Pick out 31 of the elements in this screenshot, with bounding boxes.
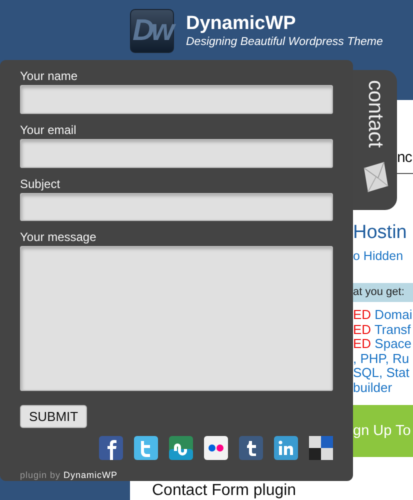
site-title: DynamicWP — [186, 13, 297, 35]
feature-line: builder — [353, 380, 394, 395]
social-icon[interactable] — [239, 436, 263, 460]
message-field[interactable] — [20, 246, 333, 392]
feature-line: SQL, Stat — [353, 366, 410, 380]
social-icon[interactable] — [204, 436, 228, 460]
ad-heading: Hostin — [353, 221, 407, 245]
ad-band: at you get: — [353, 283, 413, 302]
field-label: Subject — [20, 176, 62, 191]
social-icon[interactable] — [274, 436, 298, 460]
credit-text: plugin by — [20, 470, 61, 482]
field-label: Your name — [20, 69, 79, 83]
field-label: Your message — [20, 230, 98, 244]
ad-link[interactable]: o Hidden — [353, 248, 413, 264]
field-label: Your email — [20, 122, 78, 137]
credit-link[interactable]: DynamicWP — [64, 470, 118, 482]
input-field[interactable] — [20, 192, 333, 222]
input-field[interactable] — [20, 138, 333, 168]
social-icon[interactable] — [169, 436, 193, 460]
submit-button[interactable]: SUBMIT — [20, 405, 88, 428]
social-icon[interactable] — [99, 436, 123, 460]
social-icon[interactable] — [134, 436, 158, 460]
post-title: Contact Form plugin — [152, 481, 298, 500]
feature-line: ED Transf — [353, 322, 412, 337]
contact-tab[interactable]: contact — [353, 70, 397, 210]
input-field[interactable] — [20, 85, 333, 114]
feature-line: ED Domai — [353, 308, 413, 322]
feature-line: ED Space — [353, 337, 413, 352]
social-icon[interactable] — [309, 436, 333, 460]
site-tagline: Designing Beautiful Wordpress Theme — [186, 35, 383, 49]
feature-line: , PHP, Ru — [353, 352, 410, 366]
